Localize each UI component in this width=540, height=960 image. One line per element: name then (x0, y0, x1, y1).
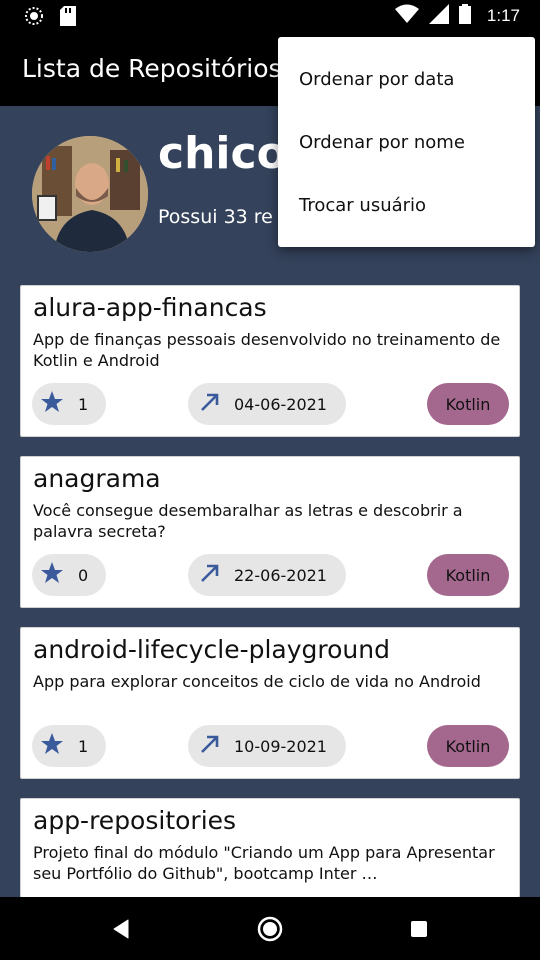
language-chip: Kotlin (427, 725, 509, 767)
repository-description: App para explorar conceitos de ciclo de … (33, 672, 481, 691)
home-icon[interactable] (257, 916, 283, 946)
recents-icon[interactable] (410, 920, 428, 942)
repository-name: app-repositories (33, 806, 237, 835)
repository-description: App de finanças pessoais desenvolvido no… (33, 330, 501, 370)
menu-item-sort-by-date[interactable]: Ordenar por data (299, 69, 454, 90)
repository-card[interactable]: anagrama Você consegue desembaralhar as … (20, 456, 520, 608)
system-nav-bar (0, 897, 540, 960)
wifi-icon (394, 4, 419, 28)
repository-card[interactable]: alura-app-financas App de finanças pesso… (20, 285, 520, 437)
repository-name: alura-app-financas (33, 293, 267, 322)
updated-date: 22-06-2021 (234, 565, 327, 585)
signal-icon (428, 4, 449, 28)
menu-item-sort-by-name[interactable]: Ordenar por nome (299, 132, 465, 153)
repo-count-text: Possui 33 re (158, 206, 273, 228)
repository-name: android-lifecycle-playground (33, 635, 390, 664)
overflow-menu: Ordenar por data Ordenar por nome Trocar… (278, 37, 535, 247)
updated-date: 10-09-2021 (234, 736, 327, 756)
updated-date-chip: 10-09-2021 (188, 725, 346, 767)
updated-date-chip: 22-06-2021 (188, 554, 346, 596)
updated-date-chip: 04-06-2021 (188, 383, 346, 425)
repository-name: anagrama (33, 464, 161, 493)
stars-chip: 1 (32, 725, 106, 767)
arrow-up-right-icon (198, 732, 222, 760)
page-title: Lista de Repositórios (22, 54, 282, 83)
stars-count: 1 (78, 394, 89, 414)
star-icon (40, 561, 64, 589)
star-icon (40, 390, 64, 418)
stars-count: 1 (78, 736, 89, 756)
repository-card[interactable]: android-lifecycle-playground App para ex… (20, 627, 520, 779)
language-chip: Kotlin (427, 383, 509, 425)
sd-card-icon (60, 6, 76, 30)
language-chip: Kotlin (427, 554, 509, 596)
arrow-up-right-icon (198, 390, 222, 418)
avatar (32, 136, 148, 252)
status-bar: 1:17 (0, 0, 540, 32)
stars-chip: 0 (32, 554, 106, 596)
sync-icon (24, 6, 44, 30)
repository-description: Projeto final do módulo "Criando um App … (33, 843, 495, 883)
clock: 1:17 (486, 6, 520, 25)
menu-item-change-user[interactable]: Trocar usuário (299, 195, 426, 216)
repository-card[interactable]: app-repositories Projeto final do módulo… (20, 798, 520, 898)
stars-chip: 1 (32, 383, 106, 425)
repository-description: Você consegue desembaralhar as letras e … (33, 501, 463, 541)
battery-icon (458, 4, 471, 28)
stars-count: 0 (78, 565, 89, 585)
updated-date: 04-06-2021 (234, 394, 327, 414)
star-icon (40, 732, 64, 760)
back-icon[interactable] (112, 919, 130, 943)
arrow-up-right-icon (198, 561, 222, 589)
